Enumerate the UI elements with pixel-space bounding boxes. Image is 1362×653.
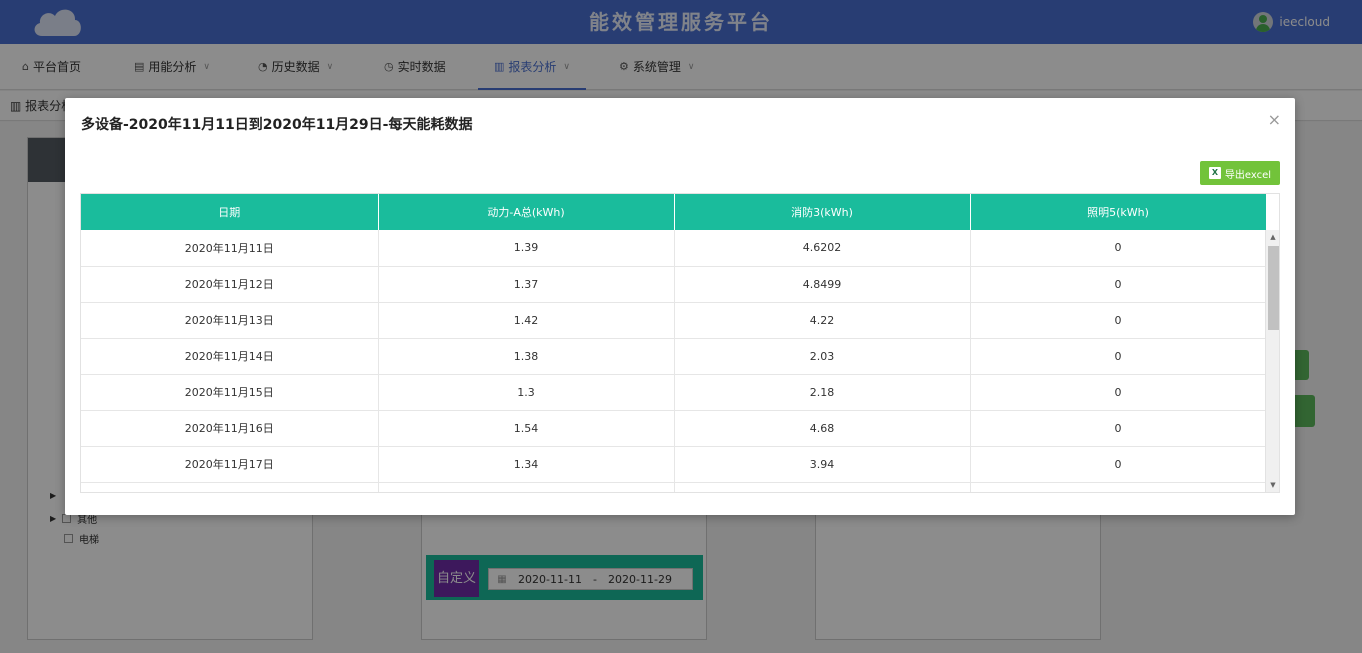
table-scrollbar[interactable]: ▲ ▼ xyxy=(1265,230,1279,492)
table-cell: 0 xyxy=(970,446,1267,483)
table-cell: 1.37 xyxy=(378,266,675,303)
table-cell: 2.18 xyxy=(674,374,971,411)
table-row: 2020年11月11日 1.39 4.6202 0 xyxy=(81,230,1267,267)
export-label: 导出excel xyxy=(1224,169,1272,181)
table-cell: 2020年11月12日 xyxy=(81,266,379,303)
table-cell: 1.38 xyxy=(378,338,675,375)
table-cell: 2.03 xyxy=(674,338,971,375)
table-cell xyxy=(81,482,379,492)
table-cell: 1.42 xyxy=(378,302,675,339)
table-cell xyxy=(378,482,675,492)
table-cell: 4.8499 xyxy=(674,266,971,303)
export-excel-button[interactable]: X 导出excel xyxy=(1200,161,1280,185)
table-cell: 0 xyxy=(970,410,1267,447)
table-cell: 2020年11月13日 xyxy=(81,302,379,339)
table-cell: 2020年11月11日 xyxy=(81,230,379,267)
table-row: 2020年11月15日 1.3 2.18 0 xyxy=(81,374,1267,411)
table-row: 2020年11月16日 1.54 4.68 0 xyxy=(81,410,1267,447)
energy-table: 日期 动力-A总(kWh) 消防3(kWh) 照明5(kWh) 2020年11月… xyxy=(81,194,1267,492)
table-cell xyxy=(970,482,1267,492)
column-header[interactable]: 动力-A总(kWh) xyxy=(378,194,675,230)
table-row: 2020年11月12日 1.37 4.8499 0 xyxy=(81,266,1267,303)
excel-icon: X xyxy=(1208,167,1221,179)
table-cell: 1.3 xyxy=(378,374,675,411)
table-cell: 4.6202 xyxy=(674,230,971,267)
table-row xyxy=(81,482,1267,492)
table-cell: 1.54 xyxy=(378,410,675,447)
table-cell: 2020年11月17日 xyxy=(81,446,379,483)
scroll-down-icon[interactable]: ▼ xyxy=(1266,478,1279,492)
close-icon[interactable]: × xyxy=(1268,110,1281,129)
table-header-row: 日期 动力-A总(kWh) 消防3(kWh) 照明5(kWh) xyxy=(81,194,1267,230)
table-cell: 2020年11月16日 xyxy=(81,410,379,447)
table-cell: 0 xyxy=(970,266,1267,303)
table-cell: 2020年11月14日 xyxy=(81,338,379,375)
table-cell: 0 xyxy=(970,230,1267,267)
scroll-up-icon[interactable]: ▲ xyxy=(1266,230,1279,244)
table-cell: 0 xyxy=(970,374,1267,411)
table-cell: 0 xyxy=(970,302,1267,339)
table-cell: 1.39 xyxy=(378,230,675,267)
data-table-container: 日期 动力-A总(kWh) 消防3(kWh) 照明5(kWh) 2020年11月… xyxy=(80,193,1280,493)
table-cell: 4.22 xyxy=(674,302,971,339)
table-cell: 2020年11月15日 xyxy=(81,374,379,411)
table-cell xyxy=(674,482,971,492)
modal-title: 多设备-2020年11月11日到2020年11月29日-每天能耗数据 xyxy=(81,117,473,133)
column-header[interactable]: 照明5(kWh) xyxy=(970,194,1267,230)
column-header[interactable]: 消防3(kWh) xyxy=(674,194,971,230)
table-cell: 4.68 xyxy=(674,410,971,447)
scroll-thumb[interactable] xyxy=(1268,246,1279,330)
table-row: 2020年11月17日 1.34 3.94 0 xyxy=(81,446,1267,483)
table-row: 2020年11月14日 1.38 2.03 0 xyxy=(81,338,1267,375)
table-cell: 0 xyxy=(970,338,1267,375)
table-cell: 1.34 xyxy=(378,446,675,483)
column-header[interactable]: 日期 xyxy=(81,194,379,230)
report-modal: 多设备-2020年11月11日到2020年11月29日-每天能耗数据 × X 导… xyxy=(65,98,1295,515)
table-cell: 3.94 xyxy=(674,446,971,483)
table-row: 2020年11月13日 1.42 4.22 0 xyxy=(81,302,1267,339)
